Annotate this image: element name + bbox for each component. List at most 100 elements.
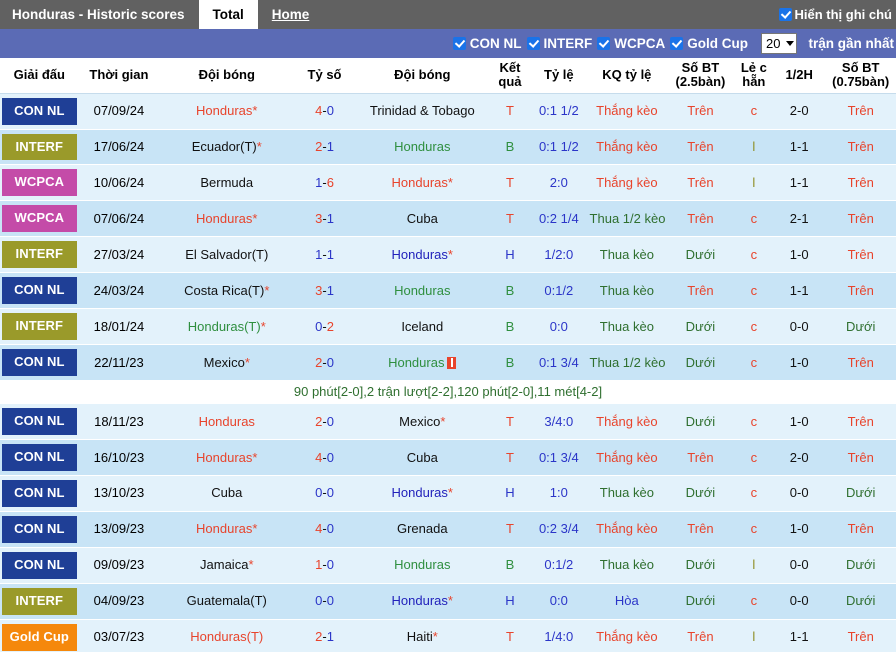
league-cell[interactable]: INTERF — [0, 583, 79, 619]
home-team[interactable]: Jamaica* — [159, 547, 294, 583]
league-cell[interactable]: INTERF — [0, 129, 79, 165]
handicap-odds: 0:1/2 — [530, 273, 587, 309]
away-team[interactable]: Honduras — [355, 547, 490, 583]
table-row[interactable]: INTERF04/09/23Guatemala(T)0-0Honduras*H0… — [0, 583, 896, 619]
away-team[interactable]: Honduras — [355, 129, 490, 165]
over-under-075: Trên — [825, 619, 896, 652]
filter-interf-checkbox[interactable] — [527, 37, 540, 50]
star-marker: * — [433, 629, 438, 644]
tab-home[interactable]: Home — [258, 0, 324, 29]
top-bar: Honduras - Historic scores Total Home Hi… — [0, 0, 896, 29]
home-team[interactable]: Honduras(T) — [159, 619, 294, 652]
table-row[interactable]: CON NL18/11/23Honduras2-0Mexico*T3/4:0Th… — [0, 404, 896, 440]
table-row[interactable]: INTERF27/03/24El Salvador(T)1-1Honduras*… — [0, 237, 896, 273]
match-count-select[interactable]: 20 — [761, 33, 797, 54]
table-row[interactable]: WCPCA07/06/24Honduras*3-1CubaT0:2 1/4Thu… — [0, 201, 896, 237]
table-row[interactable]: CON NL07/09/24Honduras*4-0Trinidad & Tob… — [0, 93, 896, 129]
league-cell[interactable]: INTERF — [0, 309, 79, 345]
filter-gold-cup[interactable]: Gold Cup — [670, 36, 748, 51]
home-team[interactable]: Honduras* — [159, 201, 294, 237]
col-header-home-team[interactable]: Đội bóng — [159, 58, 294, 93]
col-header-odds-result[interactable]: KQ tỷ lệ — [588, 58, 667, 93]
league-cell[interactable]: CON NL — [0, 476, 79, 512]
away-team[interactable]: Haiti* — [355, 619, 490, 652]
home-team[interactable]: Costa Rica(T)* — [159, 273, 294, 309]
league-cell[interactable]: CON NL — [0, 273, 79, 309]
table-row[interactable]: WCPCA10/06/24Bermuda1-6Honduras*T2:0Thắn… — [0, 165, 896, 201]
league-cell[interactable]: Gold Cup — [0, 619, 79, 652]
handicap-odds: 0:2 3/4 — [530, 511, 587, 547]
col-header-time[interactable]: Thời gian — [79, 58, 160, 93]
league-cell[interactable]: CON NL — [0, 547, 79, 583]
table-row[interactable]: CON NL13/10/23Cuba0-0Honduras*H1:0Thua k… — [0, 476, 896, 512]
table-row[interactable]: CON NL09/09/23Jamaica*1-0HondurasB0:1/2T… — [0, 547, 896, 583]
filter-con-nl[interactable]: CON NL — [453, 36, 522, 51]
home-team[interactable]: Mexico* — [159, 345, 294, 381]
odd-even-result: c — [735, 201, 773, 237]
league-cell[interactable]: CON NL — [0, 345, 79, 381]
col-header-score[interactable]: Tỷ số — [294, 58, 354, 93]
home-team[interactable]: Honduras(T)* — [159, 309, 294, 345]
away-team[interactable]: Honduras* — [355, 476, 490, 512]
home-team[interactable]: Guatemala(T) — [159, 583, 294, 619]
col-header-result[interactable]: Kết quả — [490, 58, 530, 93]
col-header-odd-even[interactable]: Lẻ c hẵn — [735, 58, 773, 93]
home-team[interactable]: El Salvador(T) — [159, 237, 294, 273]
col-header-total-goals-075[interactable]: Số BT (0.75bàn) — [825, 58, 896, 93]
filter-wcpca-checkbox[interactable] — [597, 37, 610, 50]
col-header-total-goals-25[interactable]: Số BT (2.5bàn) — [666, 58, 735, 93]
show-notes-toggle[interactable]: Hiển thị ghi chú — [779, 0, 896, 29]
table-row[interactable]: Gold Cup03/07/23Honduras(T)2-1Haiti*T1/4… — [0, 619, 896, 652]
table-row[interactable]: INTERF17/06/24Ecuador(T)*2-1HondurasB0:1… — [0, 129, 896, 165]
home-team[interactable]: Cuba — [159, 476, 294, 512]
filter-interf[interactable]: INTERF — [527, 36, 593, 51]
home-team[interactable]: Honduras* — [159, 93, 294, 129]
filter-gold-cup-checkbox[interactable] — [670, 37, 683, 50]
away-team[interactable]: Honduras* — [355, 583, 490, 619]
table-row[interactable]: CON NL22/11/23Mexico*2-0HondurasB0:1 3/4… — [0, 345, 896, 381]
col-header-away-team[interactable]: Đội bóng — [355, 58, 490, 93]
handicap-result: Thắng kèo — [588, 511, 667, 547]
table-row[interactable]: INTERF18/01/24Honduras(T)*0-2IcelandB0:0… — [0, 309, 896, 345]
away-team[interactable]: Honduras* — [355, 237, 490, 273]
away-team[interactable]: Cuba — [355, 440, 490, 476]
col-header-odds[interactable]: Tỷ lệ — [530, 58, 587, 93]
league-cell[interactable]: CON NL — [0, 511, 79, 547]
col-header-half-time[interactable]: 1/2H — [773, 58, 825, 93]
league-cell[interactable]: CON NL — [0, 404, 79, 440]
home-team[interactable]: Honduras* — [159, 440, 294, 476]
table-row[interactable]: CON NL16/10/23Honduras*4-0CubaT0:1 3/4Th… — [0, 440, 896, 476]
league-cell[interactable]: CON NL — [0, 93, 79, 129]
away-team[interactable]: Grenada — [355, 511, 490, 547]
away-team[interactable]: Honduras — [355, 345, 490, 381]
star-marker: * — [448, 247, 453, 262]
league-cell[interactable]: INTERF — [0, 237, 79, 273]
table-row[interactable]: CON NL24/03/24Costa Rica(T)*3-1HondurasB… — [0, 273, 896, 309]
filter-wcpca[interactable]: WCPCA — [597, 36, 665, 51]
handicap-odds: 0:1/2 — [530, 547, 587, 583]
home-team[interactable]: Honduras* — [159, 511, 294, 547]
result-code: B — [490, 129, 530, 165]
away-team[interactable]: Honduras — [355, 273, 490, 309]
over-under-25: Dưới — [666, 237, 735, 273]
table-row[interactable]: CON NL13/09/23Honduras*4-0GrenadaT0:2 3/… — [0, 511, 896, 547]
away-team[interactable]: Honduras* — [355, 165, 490, 201]
filter-con-nl-checkbox[interactable] — [453, 37, 466, 50]
result-code: T — [490, 93, 530, 129]
odd-even-result: c — [735, 440, 773, 476]
tab-total[interactable]: Total — [199, 0, 258, 29]
match-date: 13/10/23 — [79, 476, 160, 512]
home-team[interactable]: Bermuda — [159, 165, 294, 201]
show-notes-checkbox[interactable] — [779, 8, 792, 21]
league-cell[interactable]: WCPCA — [0, 165, 79, 201]
away-team[interactable]: Mexico* — [355, 404, 490, 440]
home-team[interactable]: Honduras — [159, 404, 294, 440]
half-time-score: 1-0 — [773, 345, 825, 381]
league-cell[interactable]: WCPCA — [0, 201, 79, 237]
away-team[interactable]: Cuba — [355, 201, 490, 237]
league-cell[interactable]: CON NL — [0, 440, 79, 476]
away-team[interactable]: Iceland — [355, 309, 490, 345]
away-team[interactable]: Trinidad & Tobago — [355, 93, 490, 129]
col-header-league[interactable]: Giải đấu — [0, 58, 79, 93]
home-team[interactable]: Ecuador(T)* — [159, 129, 294, 165]
